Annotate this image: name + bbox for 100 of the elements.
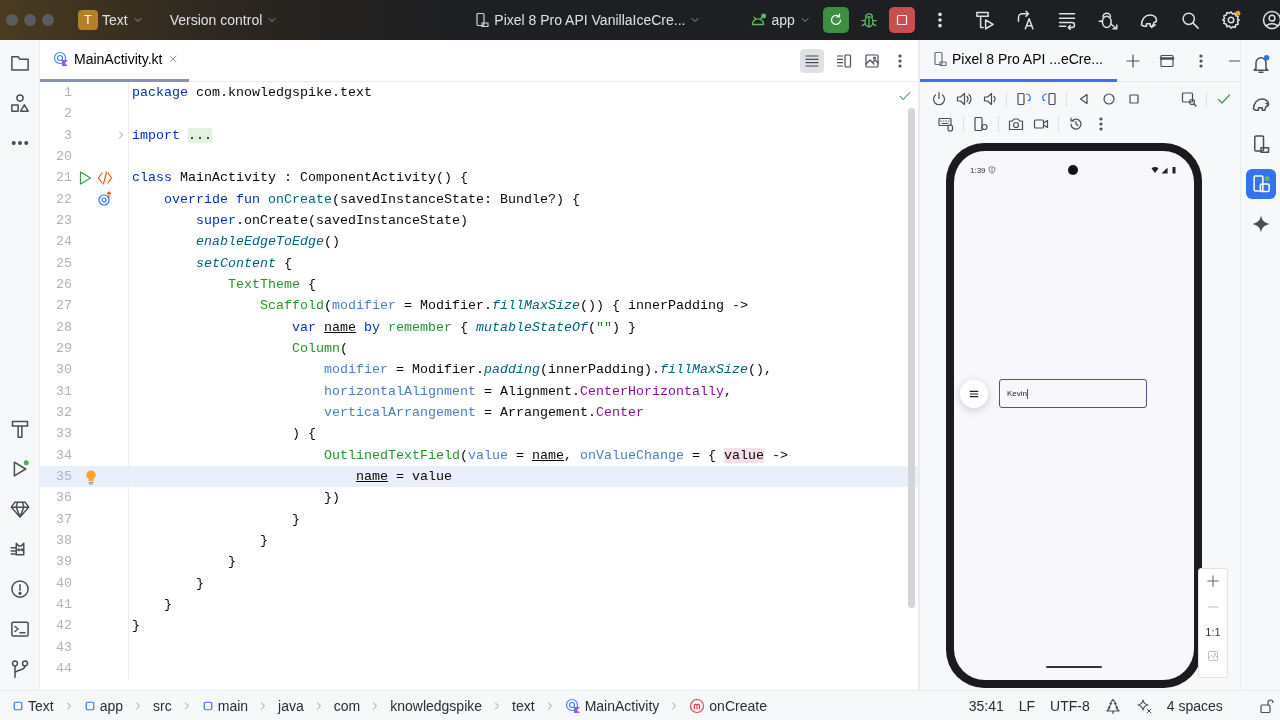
window-control-dot[interactable] xyxy=(6,14,18,26)
window-icon[interactable] xyxy=(1158,52,1175,69)
translate-icon[interactable] xyxy=(1015,10,1036,30)
terminal-icon[interactable] xyxy=(9,619,30,639)
code-line: modifier = Modifier.padding(innerPadding).fillMaxSize(), xyxy=(322,362,772,378)
vcs-menu[interactable]: Version control xyxy=(169,12,263,28)
lock-icon[interactable] xyxy=(1257,697,1274,714)
breadcrumb[interactable]: src xyxy=(153,697,172,714)
line-number: 3 xyxy=(63,127,72,143)
shield-icon xyxy=(987,166,996,174)
code-line: } xyxy=(131,618,140,634)
caret-position[interactable]: 35:41 xyxy=(968,697,1004,714)
code-line: } xyxy=(290,511,300,527)
code-line: } xyxy=(227,554,236,570)
code-line: }) xyxy=(322,490,340,506)
breadcrumb[interactable]: Text xyxy=(28,697,54,714)
hammer-icon[interactable] xyxy=(9,419,30,439)
line-number: 36 xyxy=(55,490,72,506)
line-number: 31 xyxy=(55,383,72,399)
code-line: enableEdgeToEdge() xyxy=(195,234,340,250)
code-line: import ... xyxy=(131,127,212,143)
breadcrumb[interactable]: text xyxy=(512,697,535,714)
line-number: 43 xyxy=(55,639,72,655)
code-line: } xyxy=(195,575,204,591)
build-run-icon[interactable] xyxy=(974,10,995,30)
camera-icon[interactable] xyxy=(1008,115,1024,132)
power-icon[interactable] xyxy=(931,90,947,107)
bug-icon[interactable] xyxy=(859,11,878,29)
text-field[interactable]: Kevin xyxy=(999,379,1147,408)
line-number: 38 xyxy=(55,533,72,549)
indent-setting[interactable]: 4 spaces xyxy=(1166,697,1223,714)
git-icon[interactable] xyxy=(9,659,30,679)
design-view-icon[interactable] xyxy=(864,52,880,69)
stop-button[interactable] xyxy=(888,7,915,33)
rerun-button[interactable] xyxy=(822,7,849,33)
code-line: package com.knowledgspike.text xyxy=(131,85,372,101)
device-settings-icon[interactable] xyxy=(973,115,989,132)
editor-tab[interactable]: MainActivity.kt xyxy=(40,39,190,82)
settings-icon[interactable] xyxy=(1220,10,1241,30)
device-tab[interactable]: Pixel 8 Pro API ...eCre... xyxy=(920,40,1117,82)
line-number: 30 xyxy=(55,362,72,378)
breadcrumb[interactable]: com xyxy=(333,697,361,714)
search-icon[interactable] xyxy=(1179,10,1200,30)
code-line: TextTheme { xyxy=(227,277,316,293)
run-config[interactable]: app xyxy=(771,12,795,28)
volume-up-icon[interactable] xyxy=(956,90,972,107)
scrollbar[interactable] xyxy=(908,108,915,608)
line-number: 37 xyxy=(55,511,72,527)
ai-off-icon[interactable] xyxy=(1135,697,1152,714)
tree-icon[interactable] xyxy=(1104,697,1121,714)
breadcrumb[interactable]: app xyxy=(99,697,124,714)
volume-down-icon[interactable] xyxy=(981,90,997,107)
signal-icon xyxy=(1161,166,1168,174)
folder-icon[interactable] xyxy=(9,53,30,73)
code-line: verticalArrangement = Arrangement.Center xyxy=(322,405,644,421)
project-name[interactable]: Text xyxy=(102,12,128,28)
wrap-icon[interactable] xyxy=(1056,10,1077,30)
device-selector[interactable]: Pixel 8 Pro API VanillaIceCre... xyxy=(494,12,686,28)
code-line: } xyxy=(259,533,268,549)
zoom-reset-button[interactable]: 1:1 xyxy=(1205,626,1221,638)
code-line: Column( xyxy=(290,341,348,357)
run-icon[interactable] xyxy=(77,169,93,186)
shapes-icon[interactable] xyxy=(9,93,30,113)
rotate-right-icon[interactable] xyxy=(1041,90,1057,107)
bug-arrow-icon[interactable] xyxy=(1097,10,1118,30)
code-line: name = value xyxy=(354,469,452,485)
line-number: 20 xyxy=(55,149,72,165)
module-icon xyxy=(12,699,24,712)
line-number: 39 xyxy=(55,554,72,570)
window-control-dot[interactable] xyxy=(24,14,36,26)
line-number: 33 xyxy=(55,426,72,442)
line-number: 2 xyxy=(63,106,72,122)
line-number: 27 xyxy=(55,298,72,314)
code-line: super.onCreate(savedInstanceState) xyxy=(195,213,468,229)
profile-icon[interactable] xyxy=(1261,10,1280,30)
code-line: var name by remember { mutableStateOf("") } xyxy=(290,319,636,335)
override-icon[interactable] xyxy=(97,191,113,208)
breadcrumb[interactable]: java xyxy=(278,697,304,714)
breadcrumb[interactable]: main xyxy=(217,697,249,714)
problems-icon[interactable] xyxy=(9,579,30,599)
device-icon[interactable] xyxy=(474,12,491,28)
line-separator[interactable]: LF xyxy=(1018,697,1036,714)
file-encoding[interactable]: UTF-8 xyxy=(1050,697,1090,714)
code-line: ) { xyxy=(290,426,316,442)
code-tag-icon[interactable] xyxy=(97,169,113,186)
home-icon[interactable] xyxy=(1101,90,1117,107)
method-icon xyxy=(689,697,706,714)
gem-icon[interactable] xyxy=(9,499,30,519)
screen-search-icon[interactable] xyxy=(1181,90,1197,107)
code-line: OutlinedTextField(value = name, onValueChange = { value -> xyxy=(322,447,788,463)
breadcrumb[interactable]: onCreate xyxy=(709,697,767,714)
window-control-dot[interactable] xyxy=(42,14,54,26)
breadcrumb[interactable]: MainActivity xyxy=(584,697,660,714)
split-view-icon[interactable] xyxy=(836,52,852,69)
keyboard-icon[interactable] xyxy=(938,115,954,132)
breadcrumb[interactable]: knowledgspike xyxy=(390,697,483,714)
reset-icon[interactable] xyxy=(1068,115,1084,132)
add-icon[interactable] xyxy=(1124,52,1141,69)
rotate-left-icon[interactable] xyxy=(1016,90,1032,107)
line-number: 24 xyxy=(55,234,72,250)
